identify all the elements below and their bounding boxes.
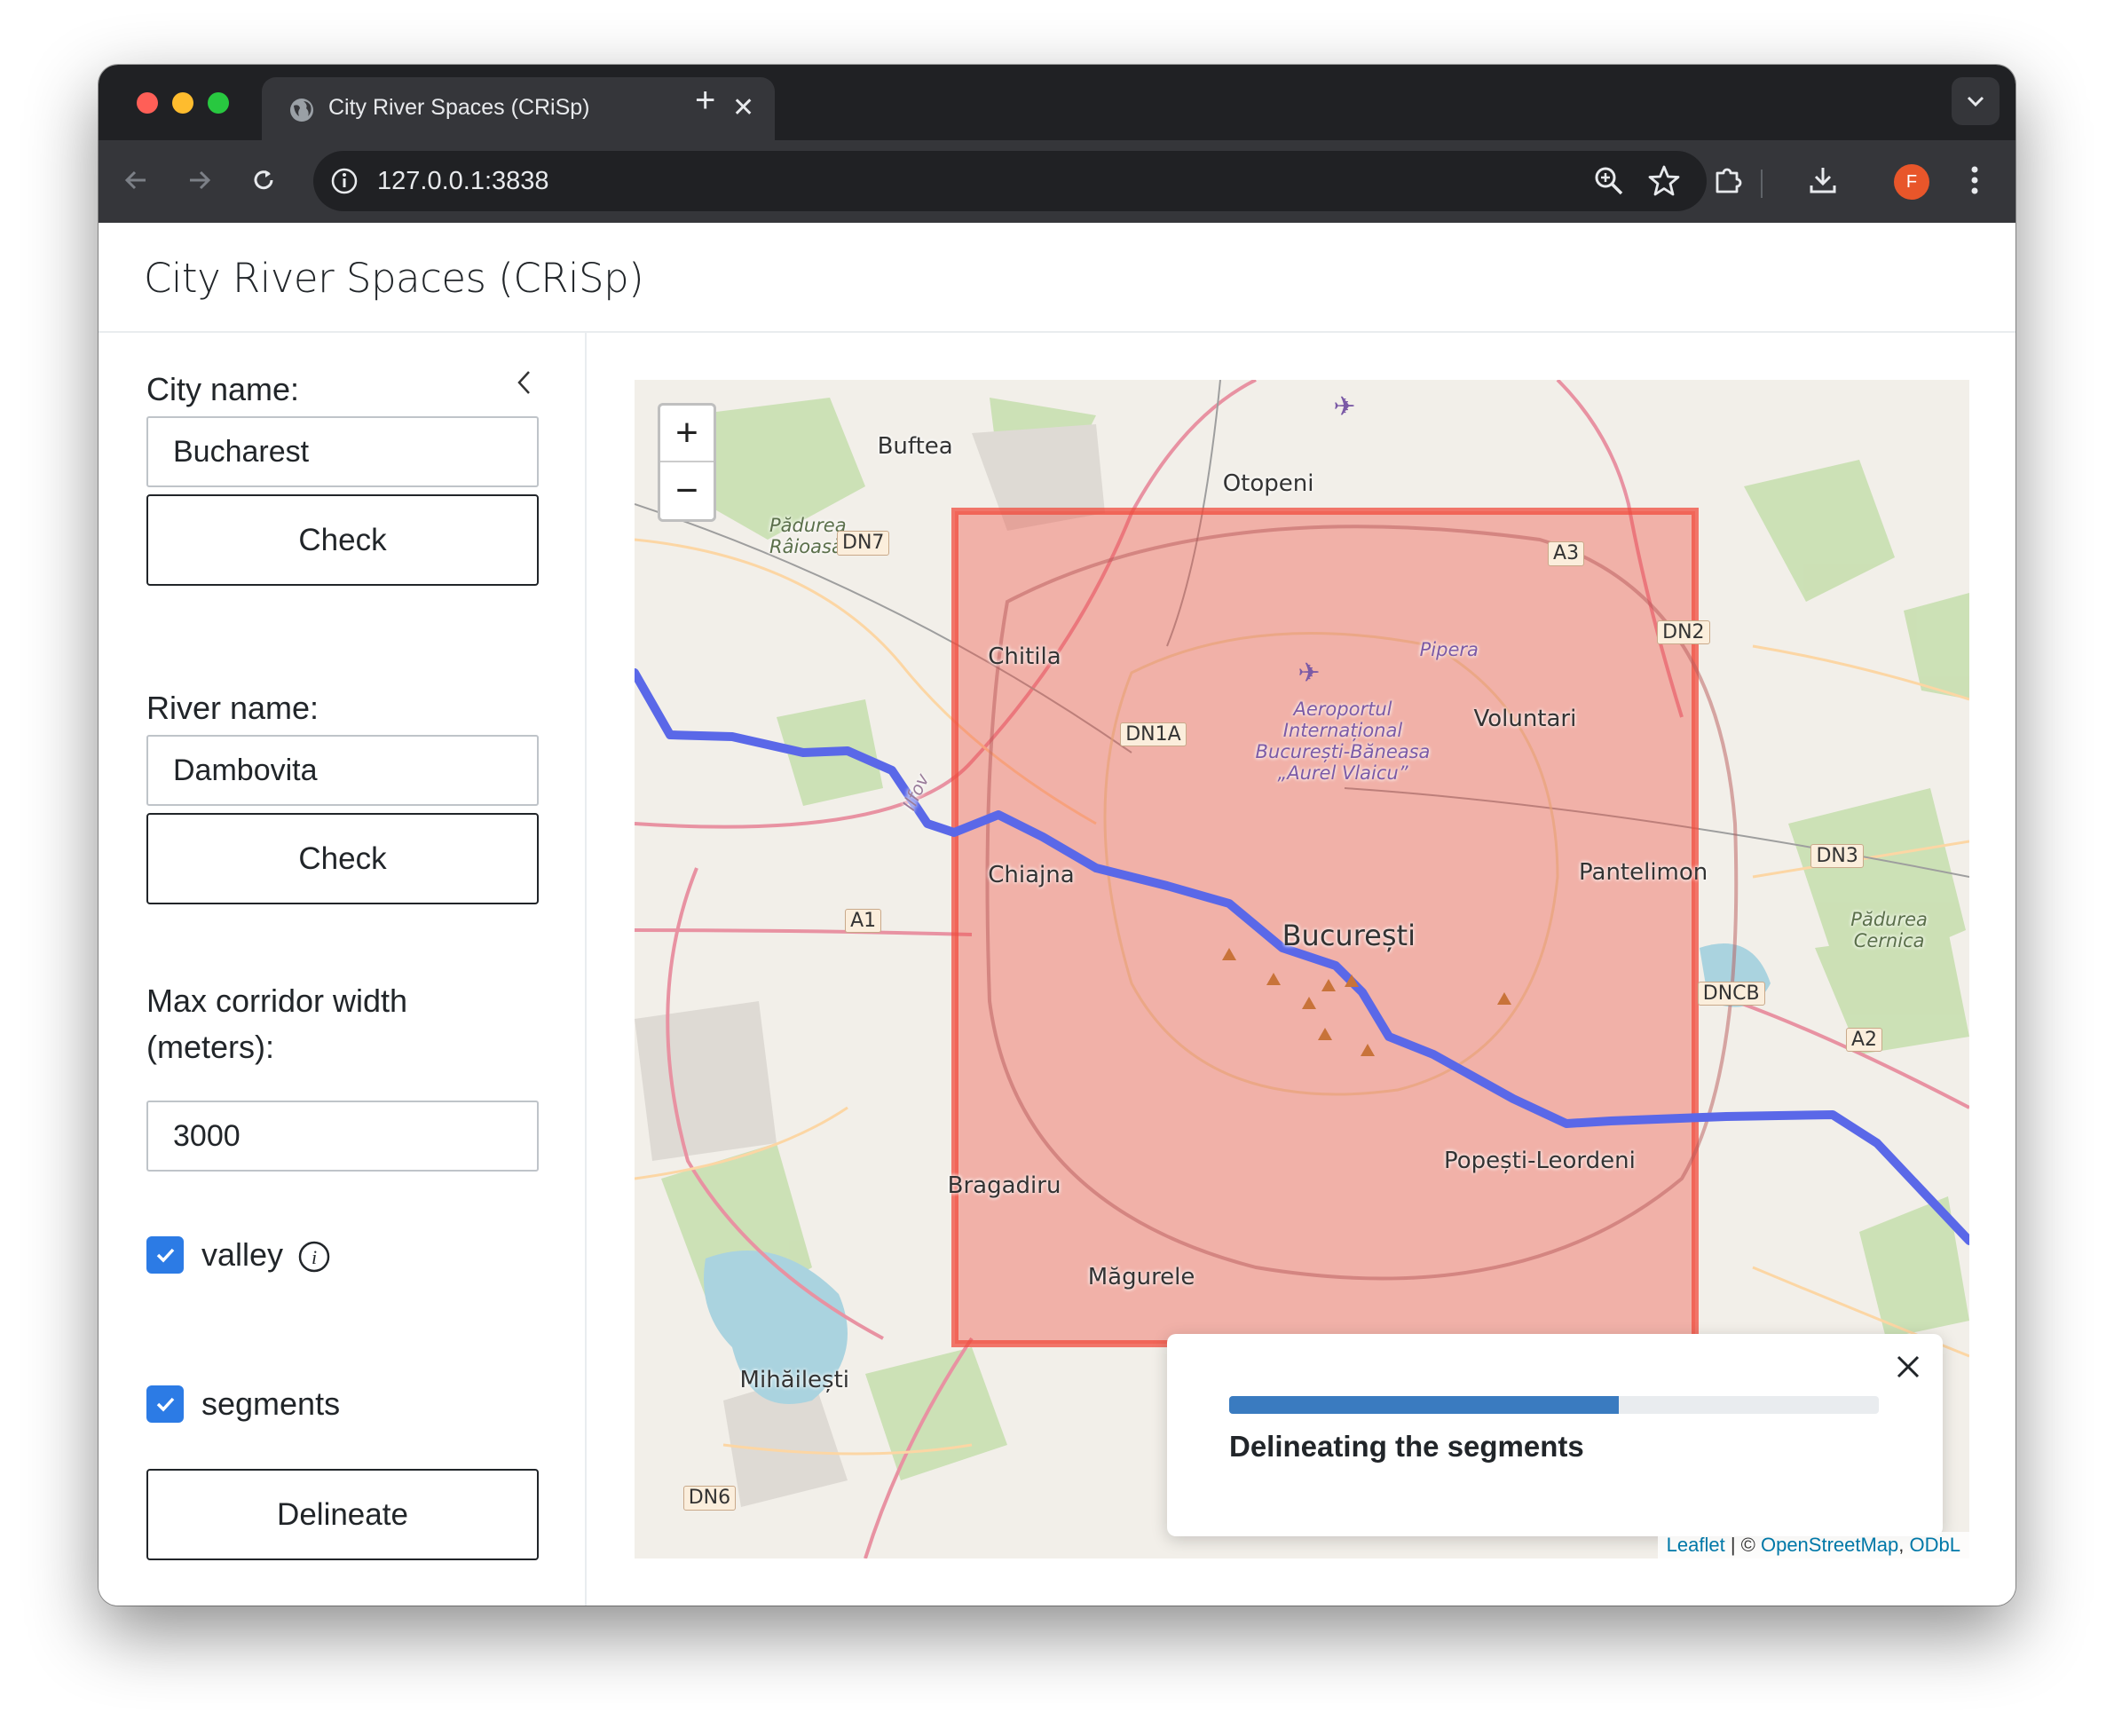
- valley-label: valley: [201, 1236, 284, 1273]
- delineate-button[interactable]: Delineate: [146, 1469, 539, 1560]
- river-name-label: River name:: [146, 690, 319, 726]
- map-attribution: Leaflet | © OpenStreetMap, ODbL: [1657, 1532, 1969, 1558]
- map-label: DN2: [1657, 619, 1710, 644]
- map-label: Chiajna: [988, 862, 1075, 889]
- arrow-right-icon: [190, 170, 211, 190]
- map-label: Voluntari: [1473, 705, 1577, 732]
- map-label: Bragadiru: [947, 1172, 1061, 1199]
- map-label: DN1A: [1120, 722, 1187, 747]
- info-circle-icon[interactable]: i: [297, 1240, 331, 1274]
- page-title: City River Spaces (CRiSp): [144, 255, 644, 302]
- attribution-comma: ,: [1898, 1534, 1910, 1556]
- puzzle-icon: [1716, 168, 1742, 193]
- map-label: Măgurele: [1087, 1264, 1195, 1291]
- svg-text:✈: ✈: [1333, 391, 1355, 422]
- browser-toolbar: 127.0.0.1:3838 F: [99, 140, 2015, 223]
- map-label: DN7: [837, 531, 890, 556]
- minimize-window-button[interactable]: [172, 92, 193, 114]
- tab-search-button[interactable]: [1952, 77, 2000, 125]
- bookmark-star-icon[interactable]: [1646, 163, 1682, 199]
- osm-link[interactable]: OpenStreetMap: [1761, 1534, 1898, 1556]
- close-window-button[interactable]: [137, 92, 158, 114]
- new-tab-button[interactable]: +: [695, 83, 715, 118]
- map-label: Popești-Leordeni: [1444, 1148, 1636, 1175]
- extensions-button[interactable]: [1706, 158, 1750, 202]
- collapse-sidebar-icon[interactable]: [511, 365, 538, 400]
- close-icon[interactable]: [1893, 1352, 1923, 1382]
- city-name-label: City name:: [146, 371, 300, 407]
- segments-label: segments: [201, 1385, 341, 1422]
- app-page: City River Spaces (CRiSp) City name: Buc…: [99, 223, 2015, 1606]
- map-label: București: [1282, 919, 1416, 952]
- info-icon[interactable]: [329, 166, 359, 196]
- tab-close-icon[interactable]: ✕: [732, 93, 754, 123]
- progress-bar-fill: [1229, 1396, 1620, 1414]
- map-label: DN6: [682, 1486, 737, 1511]
- svg-text:i: i: [312, 1246, 317, 1268]
- svg-text:✈: ✈: [1298, 658, 1320, 689]
- map-label: Otopeni: [1222, 470, 1314, 498]
- toolbar-divider: [1761, 170, 1763, 198]
- zoom-out-button[interactable]: −: [660, 462, 714, 519]
- valley-label-row: valley i: [201, 1235, 331, 1274]
- city-check-button[interactable]: Check: [146, 494, 539, 586]
- map-label: Buftea: [877, 432, 953, 460]
- corridor-width-input[interactable]: 3000: [146, 1101, 539, 1172]
- river-name-input[interactable]: Dambovita: [146, 735, 539, 806]
- zoom-control: + −: [658, 403, 716, 522]
- segments-checkbox[interactable]: [146, 1385, 184, 1423]
- download-icon: [1810, 168, 1836, 193]
- address-bar[interactable]: 127.0.0.1:3838: [313, 151, 1707, 211]
- leaflet-link[interactable]: Leaflet: [1667, 1534, 1725, 1556]
- tab-bar: City River Spaces (CRiSp) ✕ +: [99, 65, 2015, 140]
- zoom-in-button[interactable]: +: [660, 406, 714, 462]
- sidebar: City name: Bucharest Check River name: D…: [99, 333, 587, 1606]
- tab-title: City River Spaces (CRiSp): [328, 95, 590, 120]
- progress-notification: Delineating the segments: [1167, 1334, 1943, 1536]
- back-button[interactable]: [114, 158, 158, 202]
- checkmark-icon: [156, 1248, 175, 1263]
- corridor-width-label: Max corridor width (meters):: [146, 982, 408, 1065]
- url-text: 127.0.0.1:3838: [377, 167, 549, 195]
- city-name-input[interactable]: Bucharest: [146, 416, 539, 487]
- map-label: DNCB: [1697, 981, 1765, 1006]
- attribution-separator: | ©: [1724, 1534, 1761, 1556]
- odbl-link[interactable]: ODbL: [1910, 1534, 1960, 1556]
- map-label: Chitila: [988, 643, 1061, 670]
- map-label: A1: [845, 908, 882, 934]
- checkmark-icon: [156, 1397, 175, 1412]
- reload-icon: [254, 170, 273, 190]
- map-label: Pipera: [1419, 638, 1479, 660]
- map[interactable]: ✈ ✈ Buftea Otopeni Pădurea Râioasă DN7 A3 DN2…: [635, 380, 1969, 1558]
- map-label: Pantelimon: [1579, 859, 1708, 887]
- arrow-left-icon: [124, 170, 146, 190]
- browser-menu-button[interactable]: [1952, 158, 1997, 202]
- app-header: City River Spaces (CRiSp): [99, 223, 2015, 333]
- progress-bar: [1229, 1396, 1879, 1414]
- map-label: A3: [1548, 541, 1585, 566]
- map-label: DN3: [1810, 843, 1864, 869]
- zoom-icon[interactable]: [1593, 165, 1625, 197]
- chevron-down-icon: [1967, 96, 1984, 107]
- map-label: Mihăilești: [739, 1366, 850, 1393]
- map-label: A2: [1845, 1027, 1882, 1052]
- valley-checkbox[interactable]: [146, 1236, 184, 1274]
- notification-message: Delineating the segments: [1229, 1430, 1584, 1463]
- river-check-button[interactable]: Check: [146, 813, 539, 904]
- reload-button[interactable]: [241, 158, 286, 202]
- forward-button[interactable]: [177, 158, 222, 202]
- downloads-button[interactable]: [1801, 158, 1845, 202]
- globe-icon: [290, 99, 313, 122]
- maximize-window-button[interactable]: [208, 92, 229, 114]
- kebab-menu-icon: [1971, 166, 1978, 194]
- map-label: Aeroportul Internațional București-Bănea…: [1255, 698, 1431, 785]
- browser-window: City River Spaces (CRiSp) ✕ + 127.0.0.1:…: [99, 65, 2015, 1606]
- profile-avatar[interactable]: F: [1894, 164, 1929, 200]
- map-label: Pădurea Cernica: [1850, 908, 1928, 951]
